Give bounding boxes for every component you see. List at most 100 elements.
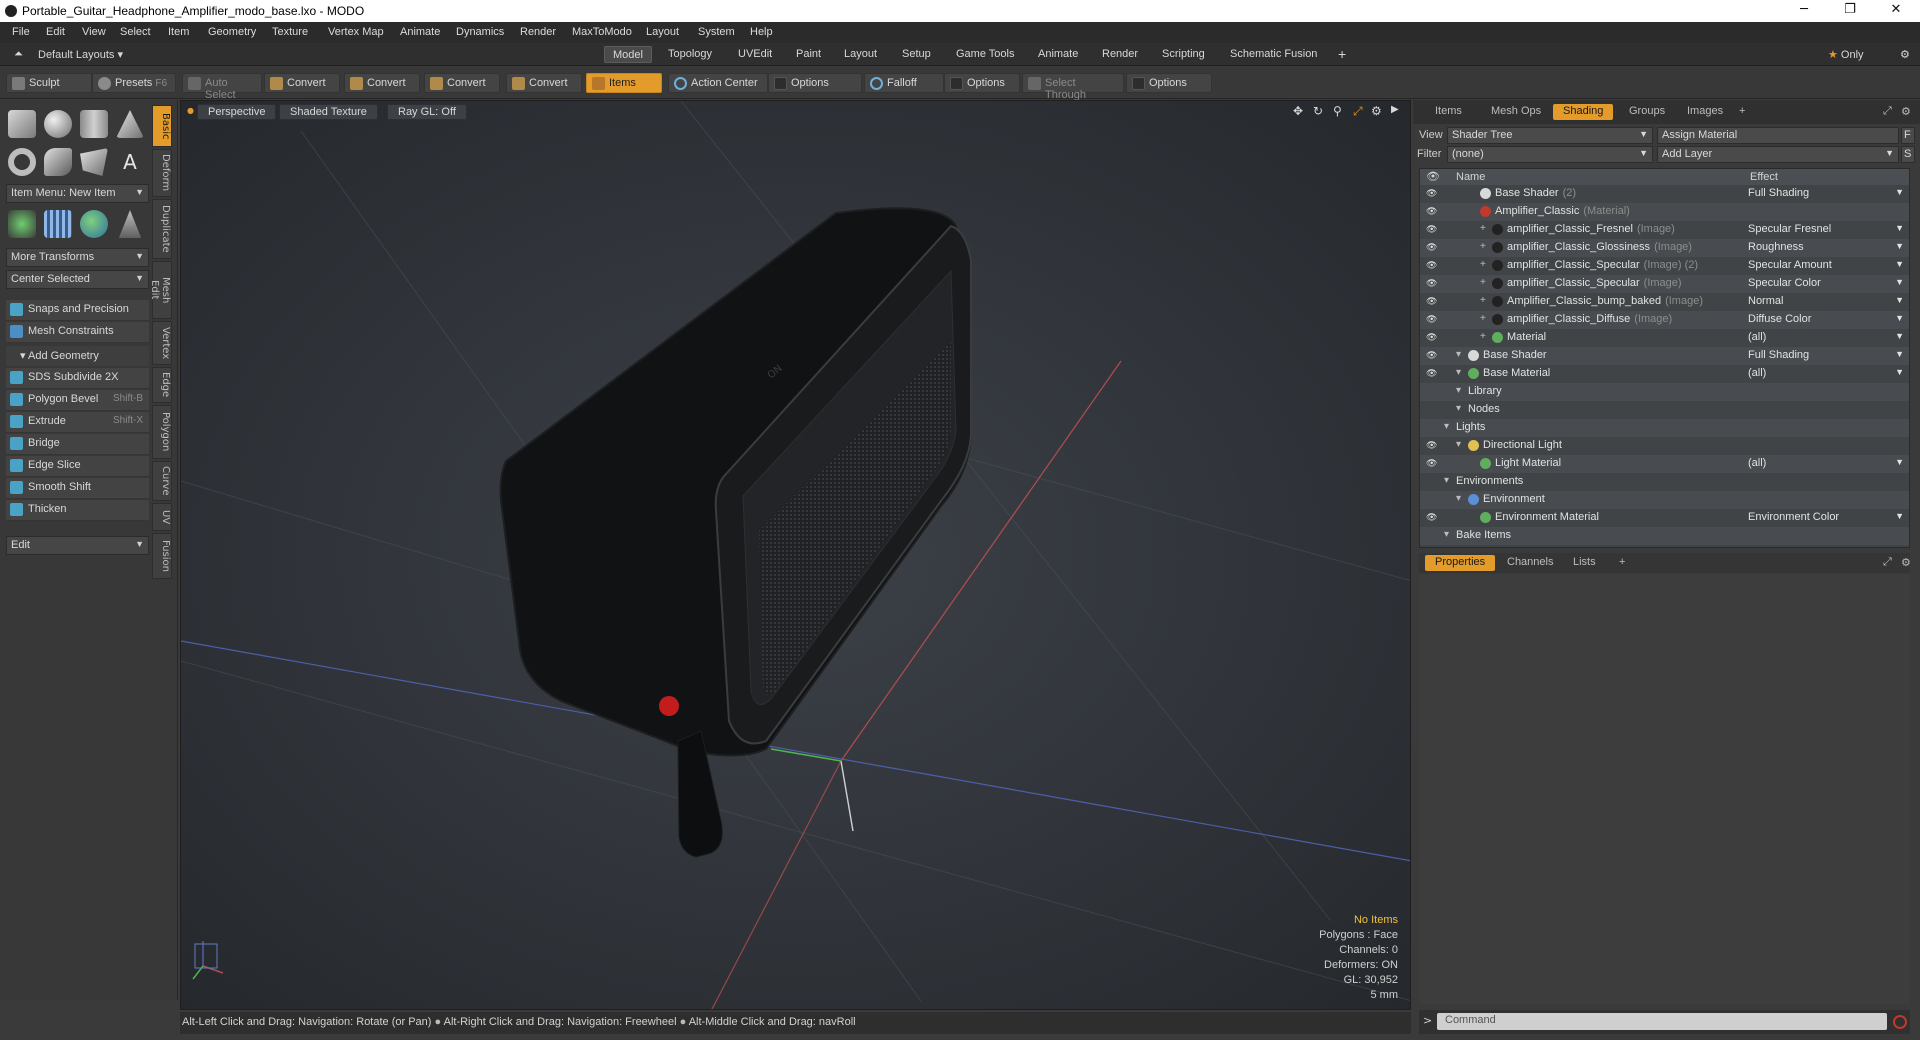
more-transforms-dropdown[interactable]: More Transforms ▼ [6, 248, 149, 267]
capsule-icon[interactable] [44, 148, 72, 176]
tab-channels[interactable]: Channels [1497, 555, 1563, 571]
gear-icon[interactable]: ⚙ [1892, 46, 1918, 63]
visibility-eye-icon[interactable]: 👁 [1426, 314, 1438, 324]
panel-gear-icon[interactable]: ⚙ [1891, 555, 1920, 571]
menu-help[interactable]: Help [750, 26, 773, 38]
visibility-eye-icon[interactable]: 👁 [1426, 278, 1438, 288]
backdrop-icon[interactable] [118, 210, 142, 238]
viewport-settings-icon[interactable]: ⚙ [1371, 104, 1382, 118]
s-button[interactable]: S [1901, 146, 1915, 163]
ray-gl-button[interactable]: Ray GL: Off [387, 104, 467, 120]
visibility-eye-icon[interactable]: 👁 [1426, 260, 1438, 270]
visibility-eye-icon[interactable]: 👁 [1426, 368, 1438, 378]
shader-tree-row[interactable]: 👁 ▾ Base Shader Full Shading ▼ [1420, 347, 1909, 365]
tab-mesh-ops[interactable]: Mesh Ops [1481, 104, 1551, 120]
items-mode-button[interactable]: Items [586, 73, 662, 93]
convert-vertices-button[interactable]: Convert [264, 73, 340, 93]
shader-tree-row[interactable]: 👁 + amplifier_Classic_Glossiness (Image) Rou… [1420, 239, 1909, 257]
expand-toggle-icon[interactable]: ▾ [1444, 421, 1449, 432]
vtab-edge[interactable]: Edge [152, 367, 172, 403]
rotate-view-icon[interactable]: ↻ [1313, 104, 1323, 118]
shader-tree-row[interactable]: 👁 Environment Material Environment Color ▼ [1420, 509, 1909, 527]
falloff-options-button[interactable]: Options [944, 73, 1020, 93]
tab-topology[interactable]: Topology [660, 46, 720, 63]
shader-tree-row[interactable]: 👁 + amplifier_Classic_Specular (Image) (2) S… [1420, 257, 1909, 275]
expand-toggle-icon[interactable]: + [1480, 313, 1486, 324]
text-tool-icon[interactable]: A [116, 148, 144, 176]
cylinder-icon[interactable] [80, 110, 108, 138]
layer-effect-dropdown[interactable]: Full Shading ▼ [1748, 349, 1908, 363]
menu-texture[interactable]: Texture [272, 26, 308, 38]
expand-toggle-icon[interactable]: + [1480, 223, 1486, 234]
shading-mode-button[interactable]: Shaded Texture [279, 104, 378, 120]
shader-tree-row[interactable]: ▾ Nodes [1420, 401, 1909, 419]
edit-dropdown[interactable]: Edit ▼ [6, 536, 149, 555]
auto-select-button[interactable]: Auto Select [182, 73, 262, 101]
shader-tree-row[interactable]: 👁 + amplifier_Classic_Fresnel (Image) Specul… [1420, 221, 1909, 239]
layer-effect-dropdown[interactable]: Specular Amount ▼ [1748, 259, 1908, 273]
menu-dynamics[interactable]: Dynamics [456, 26, 504, 38]
tab-groups[interactable]: Groups [1619, 104, 1675, 120]
visibility-eye-icon[interactable]: 👁 [1426, 242, 1438, 252]
torus-icon[interactable] [8, 148, 36, 176]
visibility-eye-icon[interactable]: 👁 [1426, 188, 1438, 198]
tab-items[interactable]: Items [1425, 104, 1472, 120]
shader-tree-row[interactable]: 👁 Base Shader (2) Full Shading ▼ [1420, 185, 1909, 203]
shader-tree-row[interactable]: 👁 + Material (all) ▼ [1420, 329, 1909, 347]
expand-toggle-icon[interactable]: ▾ [1456, 493, 1461, 504]
menu-edit[interactable]: Edit [46, 26, 65, 38]
expand-toggle-icon[interactable]: + [1480, 331, 1486, 342]
tab-render[interactable]: Render [1094, 46, 1146, 63]
presets-button[interactable]: Presets F6 [92, 73, 176, 93]
tab-scripting[interactable]: Scripting [1154, 46, 1213, 63]
expand-toggle-icon[interactable]: ▾ [1444, 529, 1449, 540]
visibility-eye-icon[interactable]: 👁 [1426, 224, 1438, 234]
vtab-uv[interactable]: UV [152, 503, 172, 531]
shader-tree-row[interactable]: ▾ Library [1420, 383, 1909, 401]
extrude-button[interactable]: Extrude Shift-X [6, 412, 149, 433]
name-column-header[interactable]: Name [1456, 171, 1485, 183]
shader-tree-row[interactable]: 👁 Amplifier_Classic (Material) [1420, 203, 1909, 221]
visibility-eye-icon[interactable]: 👁 [1426, 512, 1438, 522]
layer-effect-dropdown[interactable]: Roughness ▼ [1748, 241, 1908, 255]
shader-tree-row[interactable]: ▾ Lights [1420, 419, 1909, 437]
tab-shading[interactable]: Shading [1553, 104, 1614, 120]
default-layouts-dropdown[interactable]: Default Layouts ▾ [30, 46, 131, 63]
visibility-eye-icon[interactable]: 👁 [1426, 440, 1438, 450]
shader-tree-row[interactable]: 👁 ▾ Base Material (all) ▼ [1420, 365, 1909, 383]
expand-toggle-icon[interactable]: ▾ [1444, 475, 1449, 486]
effect-column-header[interactable]: Effect [1750, 171, 1778, 183]
move-view-icon[interactable]: ✥ [1293, 104, 1303, 118]
sphere-icon[interactable] [44, 110, 72, 138]
menu-item[interactable]: Item [168, 26, 189, 38]
snaps-precision-button[interactable]: Snaps and Precision [6, 300, 149, 321]
select-through-options-button[interactable]: Options [1126, 73, 1212, 93]
viewport-expand-icon[interactable]: ▶ [1391, 104, 1399, 115]
shader-tree-row[interactable]: 👁 + amplifier_Classic_Diffuse (Image) Diffus… [1420, 311, 1909, 329]
convert-polygons-button[interactable]: Convert [424, 73, 500, 93]
tab-model[interactable]: Model [604, 46, 652, 63]
vtab-duplicate[interactable]: Duplicate [152, 199, 172, 259]
menu-file[interactable]: File [12, 26, 30, 38]
tab-animate[interactable]: Animate [1030, 46, 1086, 63]
vtab-mesh-edit[interactable]: Mesh Edit [149, 261, 172, 319]
layer-effect-dropdown[interactable]: Specular Fresnel ▼ [1748, 223, 1908, 237]
layout-collapse-icon[interactable]: ⏶ [6, 46, 31, 63]
visibility-eye-icon[interactable]: 👁 [1426, 206, 1438, 216]
tab-lists[interactable]: Lists [1563, 555, 1606, 571]
sds-subdivide-button[interactable]: SDS Subdivide 2X [6, 368, 149, 389]
tab-layout[interactable]: Layout [836, 46, 885, 63]
menu-animate[interactable]: Animate [400, 26, 440, 38]
shader-tree-row[interactable]: 👁 + Amplifier_Classic_bump_baked (Image) Nor… [1420, 293, 1909, 311]
layer-effect-dropdown[interactable]: (all) ▼ [1748, 367, 1908, 381]
filter-dropdown[interactable]: (none) ▼ [1447, 146, 1653, 163]
record-icon[interactable] [1893, 1015, 1907, 1029]
layer-effect-dropdown[interactable]: Environment Color ▼ [1748, 511, 1908, 525]
expand-toggle-icon[interactable]: ▾ [1456, 385, 1461, 396]
expand-toggle-icon[interactable]: + [1480, 295, 1486, 306]
tab-setup[interactable]: Setup [894, 46, 939, 63]
tab-schematic-fusion[interactable]: Schematic Fusion [1222, 46, 1325, 63]
menu-select[interactable]: Select [120, 26, 151, 38]
mesh-item-icon[interactable] [44, 210, 72, 238]
add-props-tab-button[interactable]: + [1609, 555, 1635, 571]
